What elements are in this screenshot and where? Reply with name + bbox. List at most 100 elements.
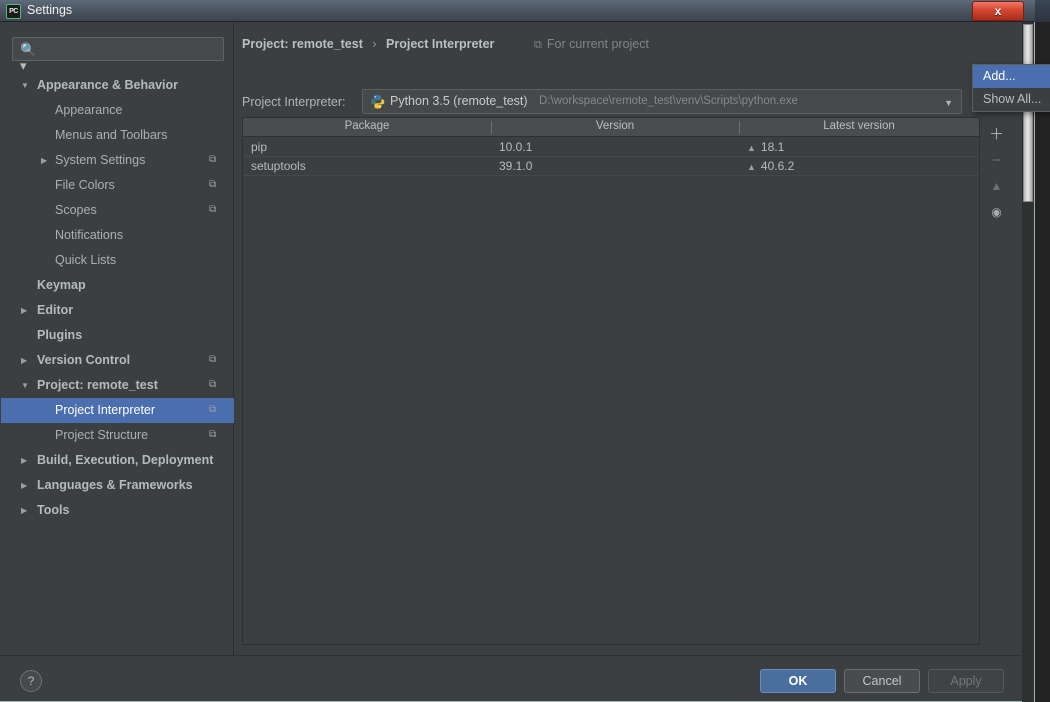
cancel-button[interactable]: Cancel: [844, 669, 920, 693]
chevron-right-icon[interactable]: ▶: [21, 481, 31, 491]
copy-badge-icon: ⧉: [209, 179, 217, 190]
sidebar-item-editor[interactable]: ▶ Editor: [1, 298, 234, 323]
breadcrumb-current: Project Interpreter: [386, 37, 495, 51]
interpreter-dropdown-menu: Add... Show All...: [972, 64, 1050, 112]
upgrade-arrow-icon: ▲: [990, 179, 1003, 193]
copy-badge-icon: ⧉: [209, 154, 217, 165]
scope-note-label: For current project: [546, 37, 649, 51]
table-row[interactable]: pip 10.0.1 ▲ 18.1: [243, 138, 979, 157]
help-button[interactable]: ?: [20, 670, 42, 692]
breadcrumb-parent[interactable]: Project: remote_test: [242, 37, 363, 51]
copy-badge-icon: ⧉: [209, 404, 217, 415]
search-box[interactable]: 🔍▾: [12, 37, 224, 73]
python-remote-icon: [371, 95, 385, 109]
upgrade-arrow-icon: ▲: [747, 143, 756, 153]
sidebar-item-system-settings[interactable]: ▶ System Settings ⧉: [1, 148, 234, 173]
copy-badge-icon: ⧉: [209, 204, 217, 215]
column-header-version[interactable]: Version: [491, 120, 739, 132]
cell-version: 39.1.0: [499, 159, 533, 173]
settings-dialog: PC Settings x 🔍▾ ▼ Appearance & Behavior A…: [0, 0, 1050, 702]
copy-badge-icon: ⧉: [209, 379, 217, 390]
main-panel: Project: remote_test › Project Interpret…: [234, 23, 1050, 655]
sidebar-item-label: File Colors: [55, 178, 115, 192]
column-divider[interactable]: [739, 121, 740, 134]
chevron-right-icon[interactable]: ▶: [41, 156, 51, 166]
sidebar-item-label: Appearance: [55, 103, 123, 117]
column-header-latest-version[interactable]: Latest version: [739, 120, 979, 132]
sidebar-item-quick-lists[interactable]: Quick Lists: [1, 248, 234, 273]
copy-badge-icon: ⧉: [209, 429, 217, 440]
sidebar-item-appearance-behavior[interactable]: ▼ Appearance & Behavior: [1, 73, 234, 98]
window-scrollbar-thumb[interactable]: [1023, 24, 1033, 202]
sidebar-item-appearance[interactable]: Appearance: [1, 98, 234, 123]
menu-item-show-all[interactable]: Show All...: [973, 88, 1050, 111]
sidebar-item-label: Project: remote_test: [37, 378, 158, 392]
sidebar-item-label: Editor: [37, 303, 74, 317]
search-input[interactable]: [43, 41, 218, 59]
ok-button[interactable]: OK: [760, 669, 836, 693]
eye-icon[interactable]: ◉: [981, 199, 1012, 226]
sidebar-item-project-interpreter[interactable]: Project Interpreter ⧉: [1, 398, 234, 423]
table-row[interactable]: setuptools 39.1.0 ▲ 40.6.2: [243, 157, 979, 176]
cell-latest-version: ▲ 18.1: [747, 140, 785, 154]
chevron-right-icon[interactable]: ▶: [21, 456, 31, 466]
minus-icon: −: [992, 152, 1001, 169]
cell-package: pip: [251, 140, 268, 154]
chevron-right-icon[interactable]: ▶: [21, 306, 31, 316]
sidebar-item-plugins[interactable]: Plugins: [1, 323, 234, 348]
sidebar-item-scopes[interactable]: Scopes ⧉: [1, 198, 234, 223]
interpreter-path: D:\workspace\remote_test\venv\Scripts\py…: [539, 95, 798, 107]
chevron-right-icon[interactable]: ▶: [21, 356, 31, 366]
sidebar-item-label: Project Structure: [55, 428, 149, 442]
menu-item-add[interactable]: Add...: [973, 65, 1050, 88]
sidebar-item-label: Notifications: [55, 228, 124, 242]
sidebar-item-label: Version Control: [37, 353, 131, 367]
sidebar-item-label: System Settings: [55, 153, 146, 167]
close-icon[interactable]: x: [972, 1, 1024, 21]
column-header-package[interactable]: Package: [243, 120, 491, 132]
scope-note: ⧉ For current project: [534, 37, 649, 52]
sidebar-item-build-execution-deployment[interactable]: ▶ Build, Execution, Deployment: [1, 448, 234, 473]
sidebar-item-label: Quick Lists: [55, 253, 117, 267]
chevron-down-icon[interactable]: ▼: [944, 98, 953, 108]
sidebar-item-file-colors[interactable]: File Colors ⧉: [1, 173, 234, 198]
packages-table: Package Version Latest version pip 10.0.1 ▲ 1…: [242, 117, 980, 645]
cell-package: setuptools: [251, 159, 306, 173]
chevron-down-icon[interactable]: ▼: [21, 381, 31, 391]
window-title: Settings: [27, 3, 73, 17]
interpreter-name: Python 3.5 (remote_test): [390, 94, 528, 108]
sidebar-item-project-remote-test[interactable]: ▼ Project: remote_test ⧉: [1, 373, 234, 398]
plus-icon[interactable]: ＋: [981, 121, 1012, 148]
copy-badge-icon: ⧉: [534, 39, 542, 51]
sidebar-item-label: Plugins: [37, 328, 83, 342]
sidebar-item-menus-and-toolbars[interactable]: Menus and Toolbars: [1, 123, 234, 148]
sidebar-item-keymap[interactable]: Keymap: [1, 273, 234, 298]
interpreter-field-label: Project Interpreter:: [242, 95, 346, 109]
interpreter-dropdown[interactable]: Python 3.5 (remote_test) D:\workspace\re…: [362, 89, 962, 114]
copy-badge-icon: ⧉: [209, 354, 217, 365]
chevron-right-icon[interactable]: ▶: [21, 506, 31, 516]
sidebar-item-label: Build, Execution, Deployment: [37, 453, 214, 467]
cell-latest-version: ▲ 40.6.2: [747, 159, 795, 173]
chevron-down-icon[interactable]: ▼: [21, 81, 31, 91]
cell-version: 10.0.1: [499, 140, 533, 154]
column-divider[interactable]: [491, 121, 492, 134]
search-icon: 🔍▾: [20, 42, 37, 73]
sidebar-item-label: Scopes: [55, 203, 97, 217]
breadcrumb: Project: remote_test › Project Interpret…: [242, 37, 494, 51]
sidebar-item-tools[interactable]: ▶ Tools: [1, 498, 234, 523]
sidebar-item-label: Tools: [37, 503, 70, 517]
sidebar-item-label: Keymap: [37, 278, 86, 292]
upgrade-arrow-icon: ▲: [747, 162, 756, 172]
sidebar-item-project-structure[interactable]: Project Structure ⧉: [1, 423, 234, 448]
sidebar-item-languages-frameworks[interactable]: ▶ Languages & Frameworks: [1, 473, 234, 498]
sidebar-item-label: Project Interpreter: [55, 403, 156, 417]
sidebar-item-label: Languages & Frameworks: [37, 478, 193, 492]
sidebar-item-version-control[interactable]: ▶ Version Control ⧉: [1, 348, 234, 373]
apply-button: Apply: [928, 669, 1004, 693]
packages-toolbar: ＋ − ▲ ◉: [981, 117, 1012, 645]
sidebar-item-notifications[interactable]: Notifications: [1, 223, 234, 248]
sidebar-item-label: Menus and Toolbars: [55, 128, 168, 142]
packages-table-header: Package Version Latest version: [243, 118, 979, 137]
footer-divider: [0, 655, 1022, 656]
